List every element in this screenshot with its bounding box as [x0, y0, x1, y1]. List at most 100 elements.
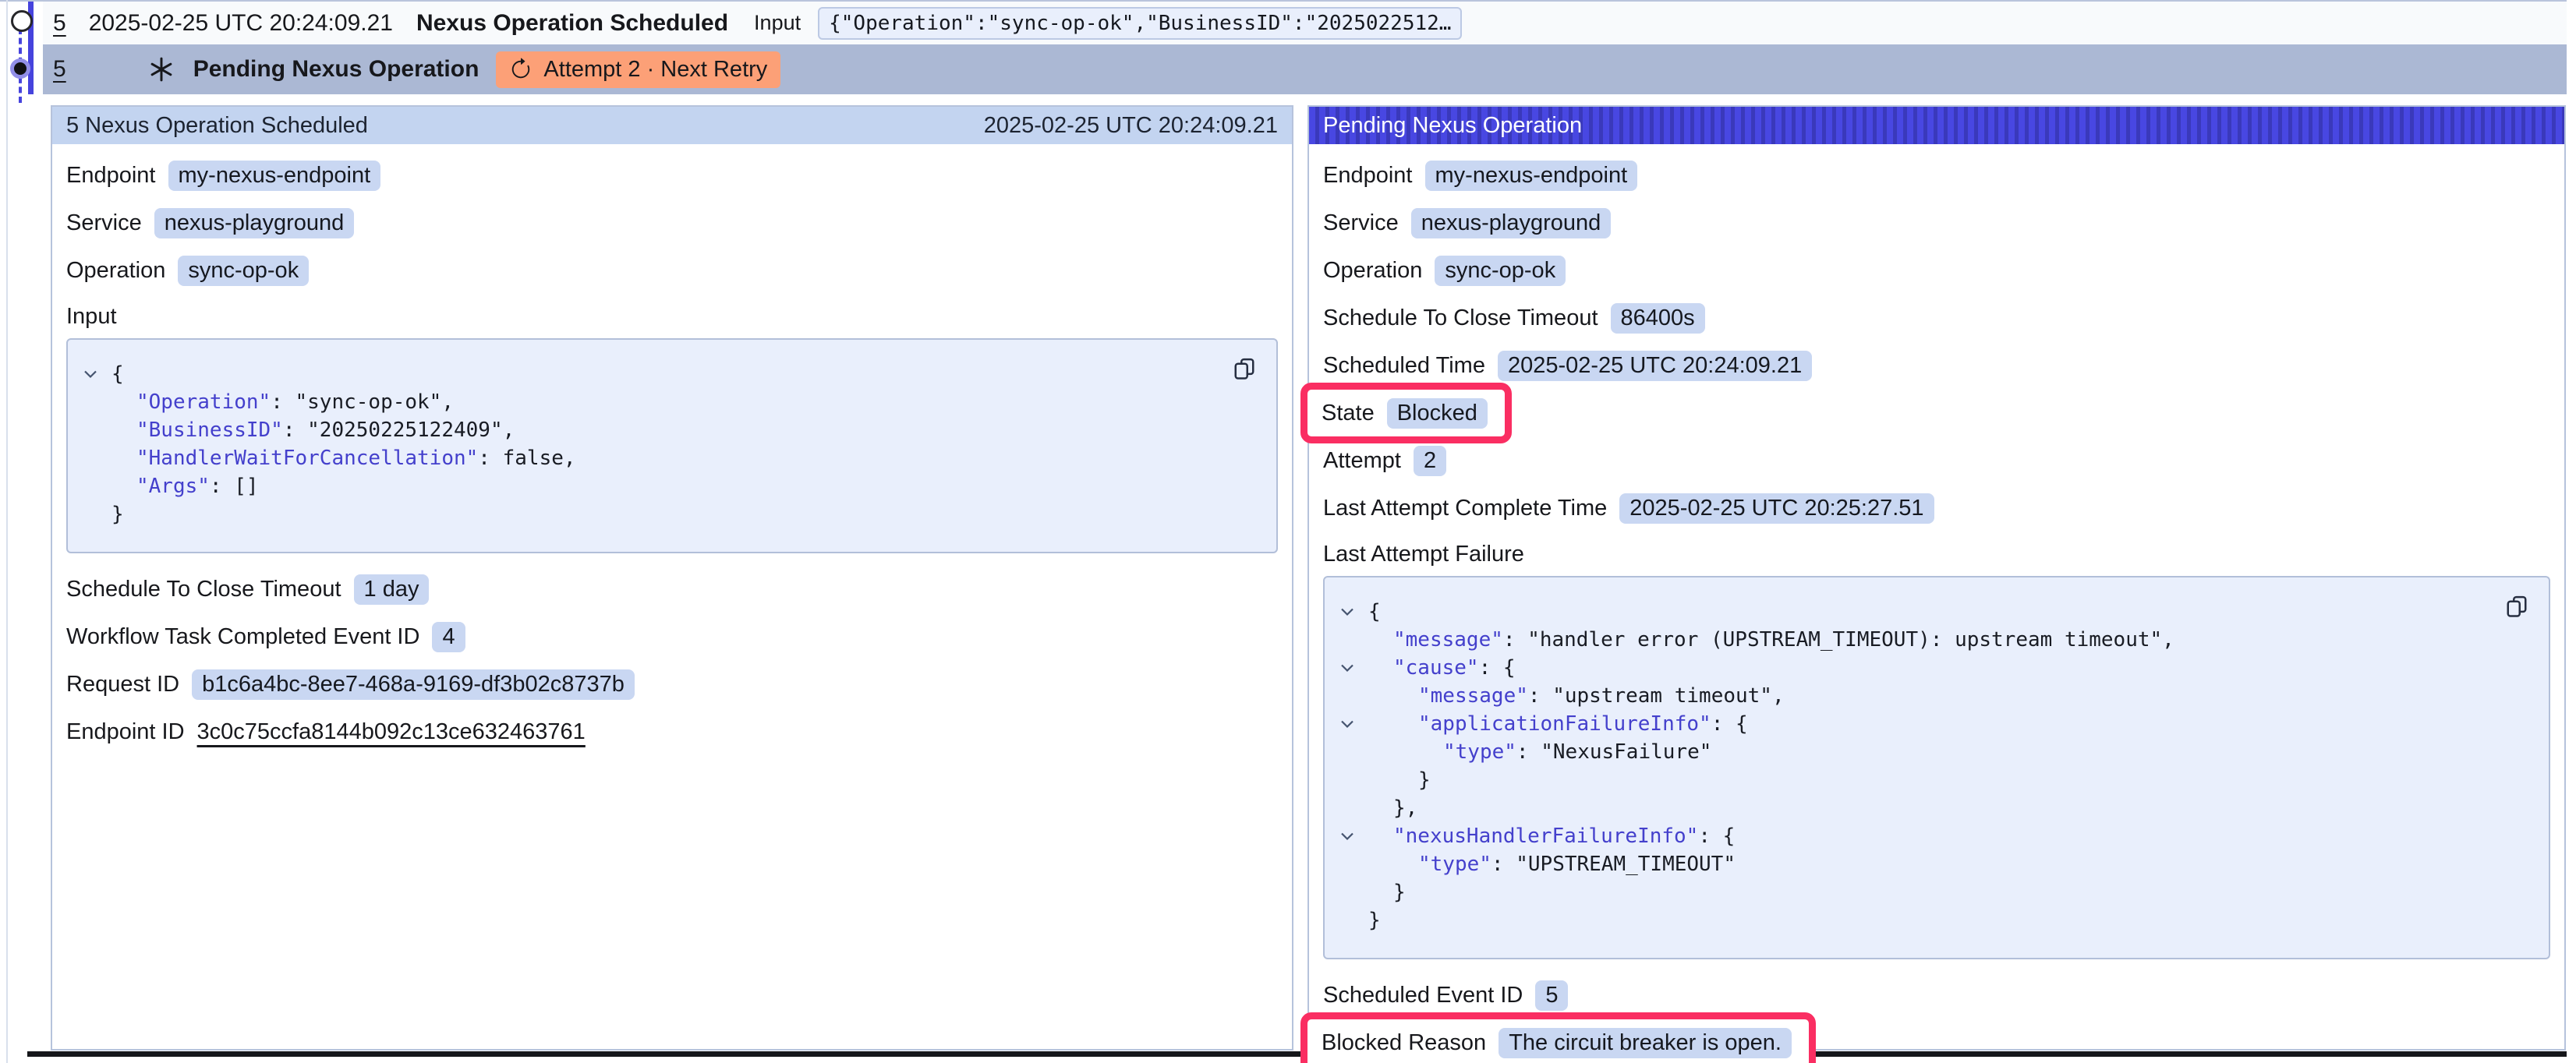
field-label: Blocked Reason: [1322, 1030, 1486, 1056]
field-label: Endpoint: [1323, 163, 1413, 189]
field-row-scheduled-time: Scheduled Time 2025-02-25 UTC 20:24:09.21: [1323, 350, 1812, 381]
chevron-spacer: [80, 444, 111, 472]
field-value-badge: 5: [1535, 980, 1568, 1011]
json-key: "Args": [136, 475, 210, 498]
code-line: "nexusHandlerFailureInfo": {: [1337, 822, 2533, 850]
input-section-label: Input: [66, 302, 1278, 330]
highlight-annotation-box: Blocked ReasonThe circuit breaker is ope…: [1300, 1012, 1816, 1063]
field-label: Operation: [1323, 258, 1422, 284]
collapse-chevron-icon[interactable]: [1337, 822, 1368, 850]
field-row-last-attempt-complete-time: Last Attempt Complete Time2025-02-25 UTC…: [1323, 493, 1934, 524]
json-key: "BusinessID": [136, 418, 283, 442]
field-label: Service: [66, 210, 142, 236]
retry-status-badge: Attempt 2 · Next Retry: [496, 51, 780, 88]
field-value-badge: nexus-playground: [1411, 208, 1612, 238]
field-value-badge: Blocked: [1387, 398, 1488, 429]
pending-operation-panel: Pending Nexus Operation Endpoint my-nexus…: [1307, 105, 2566, 1051]
field-list: Endpointmy-nexus-endpointServicenexus-pl…: [52, 144, 1292, 286]
field-row-operation: Operationsync-op-ok: [66, 255, 309, 286]
code-text: }: [111, 500, 124, 528]
code-text: {: [1368, 598, 1381, 626]
event-row-scheduled[interactable]: 5 2025-02-25 UTC 20:24:09.21 Nexus Opera…: [43, 2, 2567, 44]
code-text: "HandlerWaitForCancellation": false,: [111, 444, 576, 472]
field-value-badge: b1c6a4bc-8ee7-468a-9169-df3b02c8737b: [192, 669, 635, 700]
chevron-spacer: [1337, 906, 1368, 934]
code-text: "type": "NexusFailure": [1368, 738, 1711, 766]
event-id-link[interactable]: 5: [53, 10, 66, 37]
failure-json-viewer: {"message": "handler error (UPSTREAM_TIM…: [1323, 576, 2550, 959]
field-value-badge: 2: [1414, 446, 1446, 476]
code-line: "message": "handler error (UPSTREAM_TIME…: [1337, 626, 2533, 654]
retry-badge-label: Attempt 2 · Next Retry: [543, 57, 767, 83]
json-code: {"Operation": "sync-op-ok","BusinessID":…: [80, 360, 1261, 528]
code-line: "HandlerWaitForCancellation": false,: [80, 444, 1261, 472]
chevron-spacer: [80, 500, 111, 528]
event-summary-label: Input: [754, 11, 801, 35]
json-key: "message": [1418, 684, 1528, 708]
code-line: "message": "upstream timeout",: [1337, 682, 2533, 710]
chevron-spacer: [1337, 766, 1368, 794]
copy-icon[interactable]: [1233, 357, 1256, 380]
field-label: Operation: [66, 258, 165, 284]
code-text: {: [111, 360, 124, 388]
collapse-chevron-icon[interactable]: [1337, 710, 1368, 738]
event-id-link[interactable]: 5: [53, 56, 66, 83]
field-value-badge: 86400s: [1611, 303, 1705, 334]
code-text: "applicationFailureInfo": {: [1368, 710, 1748, 738]
json-key: "type": [1443, 740, 1516, 764]
code-text: "message": "upstream timeout",: [1368, 682, 1785, 710]
event-time: 2025-02-25 UTC 20:24:09.21: [89, 10, 393, 37]
field-value-badge: my-nexus-endpoint: [1425, 161, 1638, 191]
chevron-spacer: [1337, 850, 1368, 878]
retry-icon: [509, 58, 533, 81]
code-line: "cause": {: [1337, 654, 2533, 682]
field-row-service: Service nexus-playground: [1323, 207, 1611, 238]
scheduled-event-panel-header: 5 Nexus Operation Scheduled 2025-02-25 U…: [52, 107, 1292, 144]
chevron-spacer: [1337, 878, 1368, 906]
json-key: "applicationFailureInfo": [1418, 712, 1711, 736]
code-line: {: [80, 360, 1261, 388]
code-text: "message": "handler error (UPSTREAM_TIME…: [1368, 626, 2174, 654]
code-line: "type": "NexusFailure": [1337, 738, 2533, 766]
collapse-chevron-icon[interactable]: [1337, 598, 1368, 626]
code-text: },: [1368, 794, 1417, 822]
code-text: "Operation": "sync-op-ok",: [111, 388, 454, 416]
field-label: Request ID: [66, 672, 179, 697]
field-value-link[interactable]: 3c0c75ccfa8144b092c13ce632463761: [197, 719, 586, 745]
field-row-blocked-reason: Blocked ReasonThe circuit breaker is ope…: [1322, 1027, 1792, 1058]
code-text: "BusinessID": "20250225122409",: [111, 416, 515, 444]
collapse-chevron-icon[interactable]: [80, 360, 111, 388]
event-row-pending[interactable]: 5 Pending Nexus Operation Attempt 2 · Ne…: [43, 44, 2567, 94]
failure-section-label: Last Attempt Failure: [1323, 540, 2550, 568]
event-title: Pending Nexus Operation: [193, 56, 479, 83]
chevron-spacer: [1337, 794, 1368, 822]
event-rows: 5 2025-02-25 UTC 20:24:09.21 Nexus Opera…: [43, 2, 2567, 94]
highlight-annotation-box: State Blocked: [1300, 383, 1512, 443]
json-key: "message": [1393, 628, 1503, 652]
chevron-spacer: [80, 388, 111, 416]
field-label: Scheduled Time: [1323, 353, 1485, 379]
field-row-schedule-to-close-timeout: Schedule To Close Timeout1 day: [66, 574, 429, 605]
field-row-operation: Operationsync-op-ok: [1323, 255, 1566, 286]
field-label: Scheduled Event ID: [1323, 983, 1523, 1008]
field-value-badge: 2025-02-25 UTC 20:24:09.21: [1498, 351, 1812, 381]
field-label: Attempt: [1323, 448, 1401, 474]
field-label: State: [1322, 401, 1375, 426]
code-line: "applicationFailureInfo": {: [1337, 710, 2533, 738]
json-key: "HandlerWaitForCancellation": [136, 447, 478, 470]
pending-asterisk-icon: [148, 56, 175, 83]
code-line: }: [1337, 878, 2533, 906]
collapse-chevron-icon[interactable]: [1337, 654, 1368, 682]
pending-operation-panel-header: Pending Nexus Operation: [1309, 107, 2564, 144]
copy-icon[interactable]: [2505, 595, 2528, 618]
field-label: Last Attempt Complete Time: [1323, 496, 1607, 521]
field-row-workflow-task-completed-event-id: Workflow Task Completed Event ID4: [66, 621, 465, 652]
code-line: },: [1337, 794, 2533, 822]
code-text: }: [1368, 766, 1431, 794]
json-key: "type": [1418, 853, 1491, 876]
field-label: Service: [1323, 210, 1399, 236]
field-row-endpoint: Endpointmy-nexus-endpoint: [66, 160, 380, 191]
json-key: "cause": [1393, 656, 1479, 680]
field-label: Endpoint: [66, 163, 156, 189]
code-text: }: [1368, 906, 1381, 934]
